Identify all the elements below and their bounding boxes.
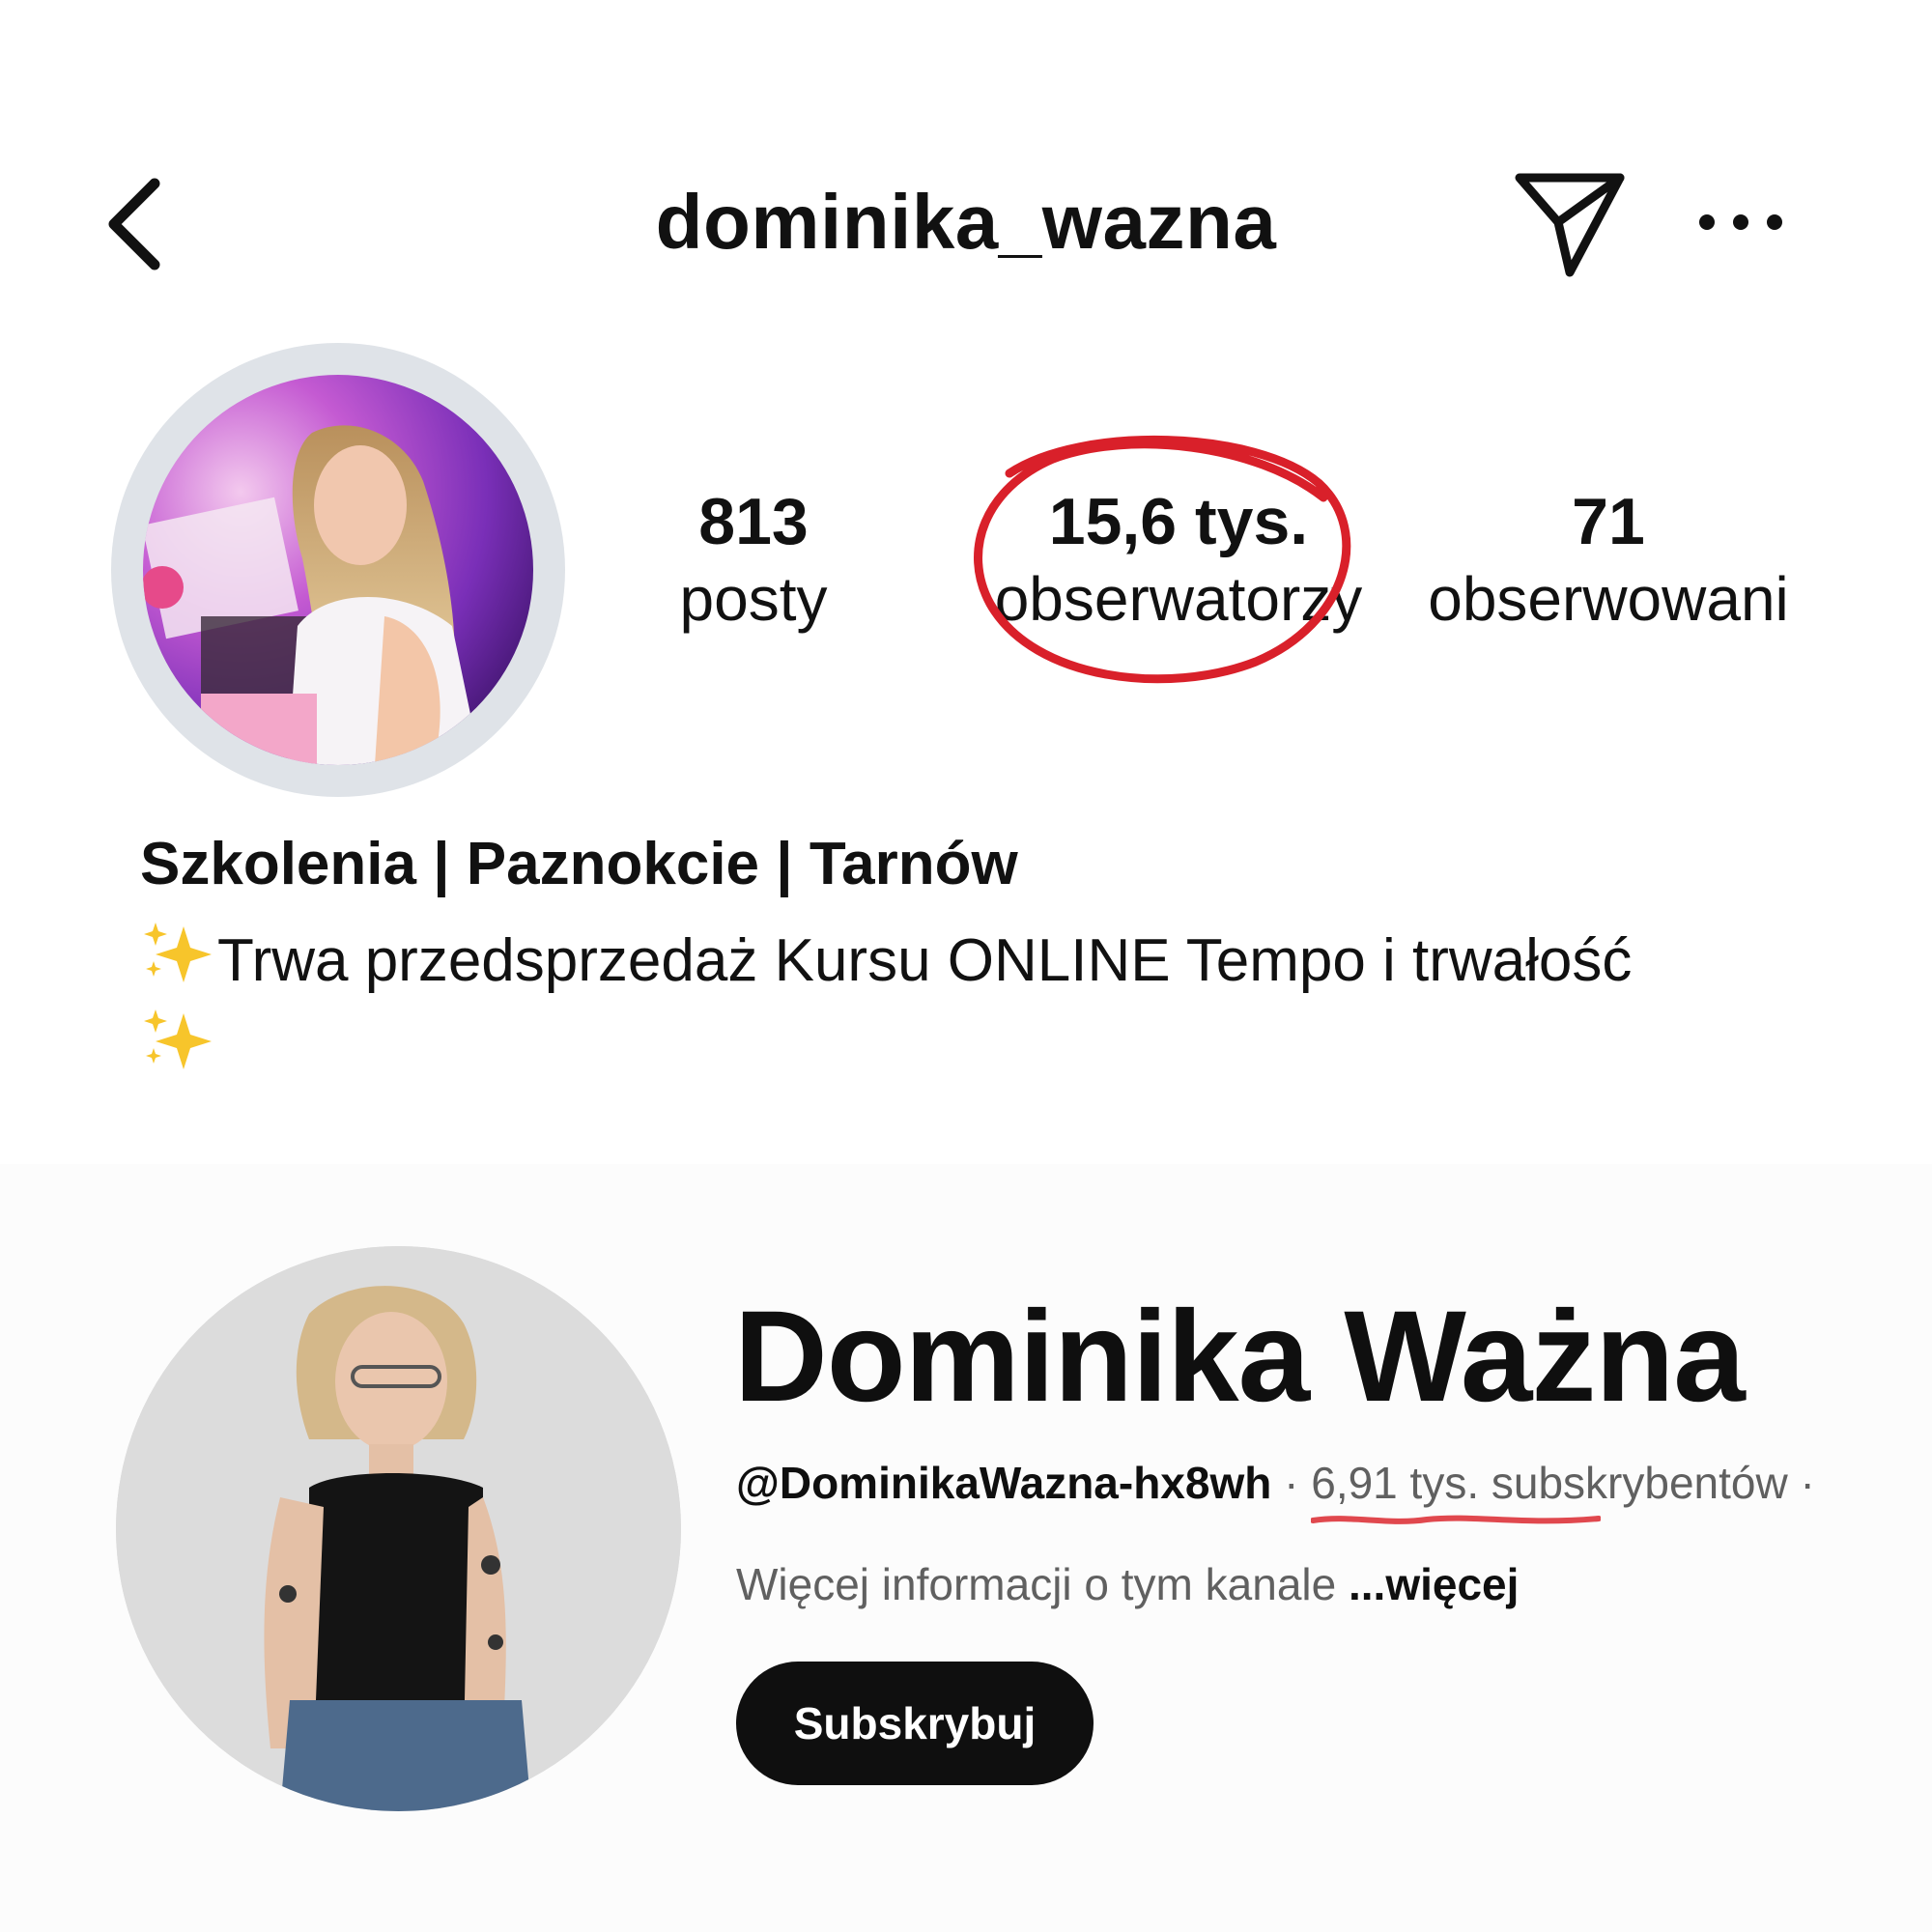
profile-photo <box>143 375 533 765</box>
more-link[interactable]: ...więcej <box>1349 1559 1519 1609</box>
followers-count-label: obserwatorzy <box>994 564 1363 634</box>
instagram-profile-section: dominika_wazna 813 posty 15,6 tys. obser… <box>0 0 1932 1150</box>
paper-plane-icon <box>1515 173 1625 277</box>
more-horizontal-icon <box>1699 214 1782 230</box>
channel-photo <box>116 1246 681 1811</box>
youtube-channel-section: Dominika Ważna @DominikaWazna-hx8wh · 6,… <box>0 1164 1932 1932</box>
profile-avatar[interactable] <box>111 343 565 797</box>
subscribe-button[interactable]: Subskrybuj <box>736 1662 1094 1785</box>
profile-display-name: Szkolenia | Paznokcie | Tarnów <box>140 831 1018 897</box>
following-count-value: 71 <box>1572 485 1645 558</box>
more-options-button[interactable] <box>1695 188 1787 256</box>
channel-name: Dominika Ważna <box>734 1285 1746 1429</box>
share-button[interactable] <box>1512 166 1628 282</box>
sparkles-icon <box>144 1009 212 1069</box>
profile-bio-text: Trwa przedsprzedaż Kursu ONLINE Tempo i … <box>217 927 1633 994</box>
channel-description[interactable]: Więcej informacji o tym kanale ...więcej <box>736 1555 1519 1613</box>
followers-count[interactable]: 15,6 tys. obserwatorzy <box>971 483 1386 638</box>
meta-separator: · <box>1284 1458 1299 1508</box>
posts-count[interactable]: 813 posty <box>618 483 889 638</box>
profile-bio: Trwa przedsprzedaż Kursu ONLINE Tempo i … <box>140 918 1686 1092</box>
following-count-label: obserwowani <box>1428 564 1789 634</box>
profile-username: dominika_wazna <box>655 179 1277 265</box>
red-underline-annotation <box>1311 1515 1602 1524</box>
channel-description-text: Więcej informacji o tym kanale <box>736 1559 1337 1609</box>
channel-meta: @DominikaWazna-hx8wh · 6,91 tys. subskry… <box>736 1454 1815 1524</box>
posts-count-value: 813 <box>698 485 809 558</box>
followers-count-value: 15,6 tys. <box>1048 485 1309 558</box>
sparkles-icon <box>144 923 212 982</box>
following-count[interactable]: 71 obserwowani <box>1401 483 1816 638</box>
profile-header: dominika_wazna <box>0 145 1932 299</box>
channel-handle[interactable]: @DominikaWazna-hx8wh <box>736 1458 1271 1508</box>
meta-separator: · <box>1800 1458 1815 1508</box>
channel-avatar[interactable] <box>116 1246 681 1811</box>
posts-count-label: posty <box>679 564 828 634</box>
back-button[interactable] <box>97 169 193 275</box>
subscriber-count: 6,91 tys. subskrybentów <box>1311 1458 1788 1524</box>
chevron-left-icon <box>108 178 160 270</box>
subscriber-count-text: 6,91 tys. subskrybentów <box>1311 1458 1788 1508</box>
